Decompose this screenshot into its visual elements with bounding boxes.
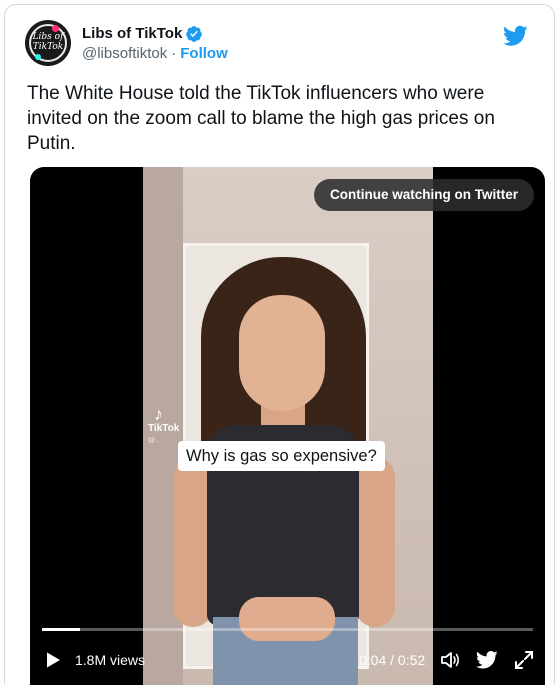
name-row: Libs of TikTok <box>82 25 228 43</box>
progress-bar[interactable] <box>42 628 533 631</box>
tiktok-note-icon: ♪ <box>154 404 163 424</box>
person-face <box>239 295 325 411</box>
tiktok-watermark-label: TikTok <box>148 423 180 434</box>
separator: · <box>171 44 177 62</box>
avatar-accent-dot <box>52 25 59 32</box>
progress-fill <box>42 628 80 631</box>
video-caption: Why is gas so expensive? <box>178 441 385 471</box>
fullscreen-icon[interactable] <box>514 650 534 670</box>
person-arm-right <box>355 457 395 627</box>
follow-button[interactable]: Follow <box>180 45 228 62</box>
handle-row: @libsoftiktok · Follow <box>82 45 228 62</box>
tiktok-watermark-user: @... <box>148 437 161 444</box>
avatar-accent-dot <box>35 54 41 60</box>
time-display: 0:04 / 0:52 <box>359 652 426 668</box>
continue-watching-button[interactable]: Continue watching on Twitter <box>314 179 534 211</box>
twitter-share-icon[interactable] <box>476 650 498 670</box>
play-icon[interactable] <box>44 651 62 669</box>
person-hands <box>239 597 335 641</box>
view-count: 1.8M views <box>75 652 146 668</box>
tweet-text: The White House told the TikTok influenc… <box>27 83 495 154</box>
video-controls: 1.8M views 0:04 / 0:52 <box>30 641 545 681</box>
avatar[interactable]: Libs of TikTok <box>25 20 71 66</box>
volume-icon[interactable] <box>439 649 461 671</box>
avatar-logo-text: Libs of TikTok <box>32 32 64 52</box>
display-name[interactable]: Libs of TikTok <box>82 25 182 42</box>
tiktok-watermark: ♪ TikTok @... <box>148 405 198 445</box>
user-info: Libs of TikTok @libsoftiktok · Follow <box>82 25 228 62</box>
handle[interactable]: @libsoftiktok <box>82 45 167 62</box>
verified-badge-icon <box>186 25 203 42</box>
twitter-bird-icon[interactable] <box>503 25 528 47</box>
tweet-card: Libs of TikTok Libs of TikTok @libsoftik… <box>4 4 555 685</box>
tweet-header: Libs of TikTok Libs of TikTok @libsoftik… <box>25 19 228 67</box>
video-player[interactable]: ♪ TikTok @... Why is gas so expensive? C… <box>30 167 545 685</box>
